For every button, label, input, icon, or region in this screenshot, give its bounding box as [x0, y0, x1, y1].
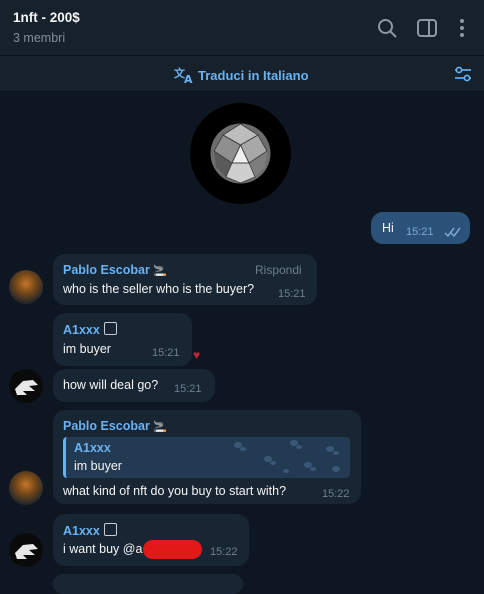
sidebar-toggle-icon[interactable] — [415, 16, 439, 40]
sender-name[interactable]: Pablo Escobar 🚬 — [63, 419, 167, 433]
message-incoming[interactable]: A1xxx im buyer 15:21 — [53, 313, 192, 366]
members-count[interactable]: 3 membri — [13, 31, 65, 45]
quoted-sender: A1xxx — [74, 441, 111, 455]
more-menu-icon[interactable] — [450, 16, 474, 40]
message-time: 15:21 — [152, 347, 180, 359]
message-text: im buyer — [63, 342, 111, 356]
message-text: what kind of nft do you buy to start wit… — [63, 484, 287, 498]
sender-name[interactable]: A1xxx — [63, 322, 117, 337]
message-text: how will deal go? — [63, 378, 159, 392]
message-time: 15:21 — [278, 288, 306, 300]
disco-ball-icon — [210, 123, 271, 184]
chat-title[interactable]: 1nft - 200$ — [13, 10, 80, 25]
redaction-mark — [143, 540, 202, 559]
translate-icon: 文 A — [174, 66, 193, 84]
footprints-pattern-icon — [234, 440, 340, 473]
translate-bar: 文 A Traduci in Italiano — [0, 56, 484, 92]
search-icon[interactable] — [375, 16, 399, 40]
message-incoming[interactable]: Pablo Escobar 🚬 Rispondi who is the sell… — [53, 254, 317, 305]
reply-button[interactable]: Rispondi — [255, 263, 302, 277]
message-time: 15:21 — [406, 226, 434, 238]
translate-settings-icon[interactable] — [452, 63, 474, 85]
message-outgoing[interactable]: Hi 15:21 — [371, 212, 470, 244]
sender-name-text: Pablo Escobar — [63, 419, 150, 433]
message-text: Hi — [382, 221, 394, 235]
sender-name-text: A1xxx — [63, 323, 100, 337]
warning-badge-icon — [103, 523, 117, 536]
avatar-image — [15, 380, 38, 395]
translate-label: Traduci in Italiano — [198, 67, 309, 83]
message-time: 15:21 — [174, 383, 202, 395]
avatar-image — [15, 544, 38, 559]
chat-header[interactable]: 1nft - 200$ 3 membri — [0, 0, 484, 56]
heart-reaction-icon[interactable]: ♥ — [193, 348, 200, 362]
avatar-a1xxx[interactable] — [9, 533, 43, 567]
message-time: 15:22 — [322, 488, 350, 500]
avatar-pablo[interactable] — [9, 471, 43, 505]
translate-button[interactable]: 文 A Traduci in Italiano — [174, 66, 309, 84]
sender-name[interactable]: A1xxx — [63, 523, 117, 538]
sender-name[interactable]: Pablo Escobar 🚬 — [63, 263, 167, 277]
message-incoming[interactable]: Pablo Escobar 🚬 A1xxx im buyer what kind… — [53, 410, 361, 504]
message-text: who is the seller who is the buyer? — [63, 282, 255, 296]
cigarette-emoji: 🚬 — [153, 265, 168, 277]
warning-badge-icon — [103, 322, 117, 335]
double-check-icon — [444, 227, 461, 238]
message-incoming[interactable]: how will deal go? 15:21 — [53, 369, 215, 402]
sender-name-text: Pablo Escobar — [63, 263, 150, 277]
group-photo[interactable] — [190, 103, 291, 204]
quoted-text: im buyer — [74, 459, 122, 473]
message-incoming[interactable] — [53, 574, 243, 594]
sender-name-text: A1xxx — [63, 524, 100, 538]
quoted-message[interactable]: A1xxx im buyer — [63, 437, 350, 478]
svg-text:A: A — [184, 73, 193, 84]
avatar-a1xxx[interactable] — [9, 369, 43, 403]
cigarette-emoji: 🚬 — [153, 421, 168, 433]
message-time: 15:22 — [210, 546, 238, 558]
avatar-pablo[interactable] — [9, 270, 43, 304]
message-text: i want buy @a — [63, 542, 143, 556]
